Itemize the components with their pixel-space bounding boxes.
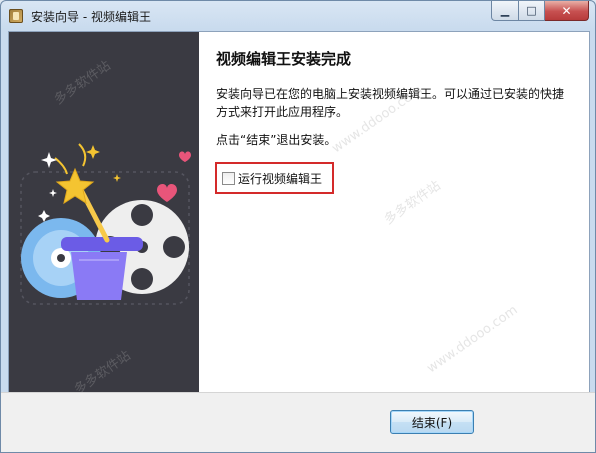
minimize-button[interactable]: ▁ xyxy=(491,1,519,21)
maximize-button[interactable]: □ xyxy=(519,1,545,21)
wizard-body: 视频编辑王安装完成 安装向导已在您的电脑上安装视频编辑王。可以通过已安装的快捷方… xyxy=(8,31,590,393)
installer-window: 安装向导 - 视频编辑王 ▁ □ ✕ 视频编辑王安装完成 安装向导已在您的电脑上… xyxy=(0,0,596,453)
side-banner xyxy=(9,32,199,392)
close-icon: ✕ xyxy=(561,3,572,18)
exit-hint: 点击“结束”退出安装。 xyxy=(216,133,337,147)
window-title: 安装向导 - 视频编辑王 xyxy=(31,10,151,24)
button-bar: 结束(F) xyxy=(1,392,595,452)
caption-buttons: ▁ □ ✕ xyxy=(491,1,589,21)
page-title: 视频编辑王安装完成 xyxy=(216,50,352,68)
app-icon xyxy=(9,9,23,23)
run-app-checkbox[interactable] xyxy=(222,172,235,185)
close-button[interactable]: ✕ xyxy=(545,1,589,21)
maximize-icon: □ xyxy=(526,4,537,17)
run-app-label[interactable]: 运行视频编辑王 xyxy=(238,170,322,187)
highlight-frame: 运行视频编辑王 xyxy=(215,162,334,194)
finish-button[interactable]: 结束(F) xyxy=(390,410,474,434)
heart-icons xyxy=(157,151,191,202)
banner-illustration xyxy=(20,143,191,305)
minimize-icon: ▁ xyxy=(500,4,510,17)
title-bar[interactable]: 安装向导 - 视频编辑王 ▁ □ ✕ xyxy=(1,1,595,31)
